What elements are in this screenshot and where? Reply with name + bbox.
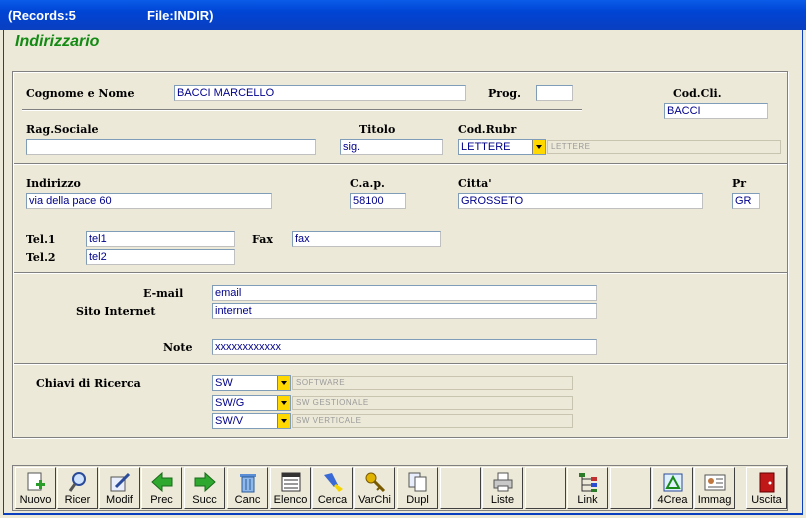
dropdown-arrow-icon[interactable] [277,396,290,410]
liste-button[interactable]: Liste [482,467,523,509]
fax-field[interactable]: fax [292,231,441,247]
ragsoc-label: Rag.Sociale [26,123,99,136]
keys-icon [364,471,386,493]
chiave-code: SW/G [215,397,245,409]
divider [22,109,582,111]
titolo-label: Titolo [359,123,396,136]
ragsoc-field[interactable] [26,139,316,155]
dupl-button[interactable]: Dupl [397,467,438,509]
records-count: (Records:5 [8,8,76,23]
succ-button[interactable]: Succ [184,467,225,509]
create-icon [662,471,684,493]
cerca-button[interactable]: Cerca [312,467,353,509]
pr-label: Pr [732,177,747,190]
canc-button[interactable]: Canc [227,467,268,509]
citta-field[interactable]: GROSSETO [458,193,703,209]
file-name: File:INDIR) [147,8,214,23]
chiave-select-3[interactable]: SW/V [212,413,291,429]
email-field[interactable]: email [212,285,597,301]
tel1-label: Tel.1 [26,233,56,246]
trash-icon [237,471,259,493]
flashlight-icon [322,471,344,493]
list-icon [280,471,302,493]
page-title: Indirizzario [15,33,100,50]
indirizzo-field[interactable]: via della pace 60 [26,193,272,209]
codrubr-value: LETTERE [461,141,511,153]
titolo-field[interactable]: sig. [340,139,443,155]
tel1-field[interactable]: tel1 [86,231,235,247]
link-button[interactable]: Link [567,467,608,509]
link-tree-icon [577,471,599,493]
modif-button[interactable]: Modif [99,467,140,509]
divider [14,163,787,165]
codrubr-select[interactable]: LETTERE [458,139,546,155]
chiave-select-1[interactable]: SW [212,375,291,391]
fax-label: Fax [252,233,273,246]
ricer-button[interactable]: Ricer [57,467,98,509]
arrow-right-icon [194,471,216,493]
edit-document-icon [109,471,131,493]
immag-button[interactable]: Immag [694,467,735,509]
chiavi-label: Chiavi di Ricerca [36,377,141,390]
tel2-field[interactable]: tel2 [86,249,235,265]
note-field[interactable]: xxxxxxxxxxxx [212,339,597,355]
sito-label: Sito Internet [76,305,156,318]
prog-label: Prog. [488,87,521,100]
chiave-select-2[interactable]: SW/G [212,395,291,411]
citta-label: Citta' [458,177,492,190]
exit-door-icon [756,471,778,493]
codrubr-description: LETTERE [547,140,781,154]
chiave-code: SW/V [215,415,244,427]
email-label: E-mail [143,287,184,300]
duplicate-icon [407,471,429,493]
pr-field[interactable]: GR [732,193,760,209]
divider [14,363,787,365]
empty-button[interactable] [610,467,651,509]
elenco-button[interactable]: Elenco [270,467,311,509]
chiave-code: SW [215,377,233,389]
cap-field[interactable]: 58100 [350,193,406,209]
dropdown-arrow-icon[interactable] [277,376,290,390]
indirizzo-label: Indirizzo [26,177,81,190]
varchi-button[interactable]: VarChi [354,467,395,509]
new-document-icon [25,471,47,493]
note-label: Note [163,341,193,354]
uscita-button[interactable]: Uscita [746,467,787,509]
chiave-description: SW VERTICALE [292,414,573,428]
window-titlebar: (Records:5 File:INDIR) [0,0,806,30]
empty-button[interactable] [440,467,481,509]
printer-icon [492,471,514,493]
codcli-label: Cod.Cli. [673,87,722,100]
dropdown-arrow-icon[interactable] [532,140,545,154]
prog-field[interactable] [536,85,573,101]
image-card-icon [704,471,726,493]
cognome-field[interactable]: BACCI MARCELLO [174,85,466,101]
sito-field[interactable]: internet [212,303,597,319]
empty-button[interactable] [525,467,566,509]
prec-button[interactable]: Prec [141,467,182,509]
arrow-left-icon [151,471,173,493]
4crea-button[interactable]: 4Crea [652,467,693,509]
divider [14,272,787,274]
codrubr-label: Cod.Rubr [458,123,517,136]
dropdown-arrow-icon[interactable] [277,414,290,428]
cognome-label: Cognome e Nome [26,87,135,100]
magnifier-icon [67,471,89,493]
chiave-description: SW GESTIONALE [292,396,573,410]
codcli-field[interactable]: BACCI [664,103,768,119]
chiave-description: SOFTWARE [292,376,573,390]
nuovo-button[interactable]: Nuovo [15,467,56,509]
cap-label: C.a.p. [350,177,385,190]
tel2-label: Tel.2 [26,251,56,264]
